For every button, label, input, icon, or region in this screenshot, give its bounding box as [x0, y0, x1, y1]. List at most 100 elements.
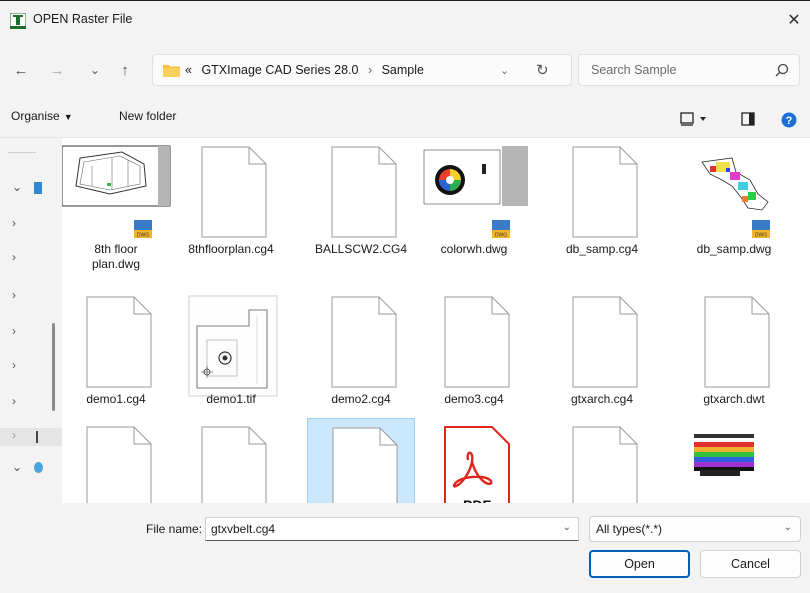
file-item[interactable]	[177, 418, 285, 503]
file-name-line: plan.dwg	[91, 257, 141, 271]
breadcrumb-separator[interactable]: ›	[368, 63, 372, 77]
preview-pane-icon[interactable]	[741, 112, 755, 126]
navigation-scrollbar[interactable]	[52, 323, 55, 411]
svg-text:DWG: DWG	[495, 233, 507, 239]
chevron-right-icon[interactable]: ›	[12, 358, 16, 372]
file-name-label: db_samp.dwg	[680, 242, 788, 257]
nav-item-hovered[interactable]: ›	[0, 428, 62, 446]
file-item[interactable]: DWG colorwh.dwg	[420, 138, 528, 278]
file-item[interactable]: 8thfloorplan.cg4	[177, 138, 285, 278]
file-item[interactable]: demo1.tif	[177, 288, 285, 428]
chevron-down-icon[interactable]: ⌄	[12, 180, 22, 194]
dwg-badge-icon: DWG	[134, 220, 152, 239]
refresh-icon[interactable]: ↻	[536, 61, 549, 79]
search-icon[interactable]	[775, 63, 789, 77]
file-item[interactable]: PDF	[420, 418, 528, 503]
document-icon	[572, 426, 638, 503]
file-item[interactable]: demo1.cg4	[62, 288, 170, 428]
new-folder-button[interactable]: New folder	[119, 109, 176, 123]
dwg-badge-icon: DWG	[492, 220, 510, 239]
recent-locations-chevron-icon[interactable]: ⌄	[84, 59, 106, 81]
window-title: OPEN Raster File	[33, 12, 133, 26]
nav-item[interactable]: ›	[0, 250, 62, 268]
nav-item[interactable]: ›	[0, 216, 62, 234]
dialog-footer: File name: gtxvbelt.cg4 ⌄ All types(*.*)…	[0, 503, 810, 593]
file-item[interactable]: db_samp.cg4	[548, 138, 656, 278]
file-name-label: colorwh.dwg	[420, 242, 528, 257]
file-thumbnail: DWG	[701, 157, 770, 239]
chevron-right-icon[interactable]: ›	[12, 250, 16, 264]
file-item[interactable]	[62, 418, 170, 503]
nav-item-network[interactable]: ⌄	[0, 460, 62, 478]
file-thumbnail	[680, 426, 788, 486]
breadcrumb-item-sample[interactable]: Sample	[382, 63, 424, 77]
search-placeholder: Search Sample	[591, 63, 677, 77]
address-bar[interactable]: « GTXImage CAD Series 28.0 › Sample ⌄ ↻	[152, 54, 572, 86]
close-icon[interactable]: ✕	[784, 10, 804, 30]
dwg-badge-icon: DWG	[752, 220, 770, 239]
document-icon	[201, 146, 267, 238]
file-item[interactable]: DWG 8th floor plan.dwg	[62, 138, 171, 278]
file-name-input[interactable]: gtxvbelt.cg4 ⌄	[205, 517, 579, 541]
chevron-down-icon[interactable]: ⌄	[12, 460, 22, 474]
file-item[interactable]: gtxarch.dwt	[680, 288, 788, 428]
document-icon	[572, 146, 638, 238]
file-thumbnail: DWG	[420, 146, 528, 239]
file-name-line: colorwh.dwg	[440, 242, 508, 256]
file-name-line: db_samp.dwg	[696, 242, 772, 256]
pdf-file-icon: PDF	[444, 426, 510, 503]
back-arrow-icon[interactable]: ←	[10, 59, 32, 81]
chevron-right-icon[interactable]: ›	[12, 288, 16, 302]
address-dropdown-icon[interactable]: ⌄	[500, 64, 509, 77]
chevron-right-icon[interactable]: ›	[12, 394, 16, 408]
breadcrumb-item-gtximage[interactable]: GTXImage CAD Series 28.0	[201, 63, 358, 77]
change-view-icon[interactable]	[680, 112, 710, 126]
file-item[interactable]: DWG db_samp.dwg	[680, 138, 788, 278]
file-item[interactable]	[680, 418, 788, 503]
file-name-value: gtxvbelt.cg4	[211, 522, 276, 536]
svg-text:?: ?	[786, 115, 793, 127]
chevron-right-icon[interactable]: ›	[12, 324, 16, 338]
nav-item-marker	[36, 431, 38, 443]
search-box[interactable]: Search Sample	[578, 54, 800, 86]
svg-text:DWG: DWG	[755, 233, 767, 239]
nav-item-quick-access[interactable]: ⌄	[0, 180, 62, 198]
file-name-label: demo1.tif	[177, 392, 285, 407]
open-button[interactable]: Open	[589, 550, 690, 578]
file-name-line: demo1.cg4	[86, 392, 146, 406]
file-thumbnail: DWG	[62, 145, 171, 239]
navigation-bar: ← → ⌄ ↑ « GTXImage CAD Series 28.0 › Sam…	[0, 38, 810, 94]
file-name-line: demo3.cg4	[444, 392, 504, 406]
file-type-select[interactable]: All types(*.*) ⌄	[589, 516, 801, 542]
chevron-right-icon[interactable]: ›	[12, 216, 16, 230]
file-item[interactable]	[307, 418, 415, 503]
file-name-line: 8th floor	[94, 242, 138, 256]
organise-menu[interactable]: Organise ▼	[11, 109, 73, 123]
nav-item[interactable]: ›	[0, 288, 62, 306]
organise-label: Organise	[11, 109, 60, 123]
document-icon	[201, 426, 267, 503]
cancel-button[interactable]: Cancel	[700, 550, 801, 578]
file-name-line: 8thfloorplan.cg4	[188, 242, 274, 256]
file-name-label: BALLSCW2.CG4	[307, 242, 415, 257]
file-name-label: 8thfloorplan.cg4	[177, 242, 285, 257]
file-name-line: gtxarch.dwt	[703, 392, 765, 406]
breadcrumb-overflow[interactable]: «	[185, 63, 192, 77]
file-item[interactable]: demo3.cg4	[420, 288, 528, 428]
forward-arrow-icon[interactable]: →	[46, 59, 68, 81]
file-item[interactable]	[548, 418, 656, 503]
file-item[interactable]: BALLSCW2.CG4	[307, 138, 415, 278]
up-arrow-icon[interactable]: ↑	[114, 59, 136, 81]
network-icon	[34, 462, 43, 473]
chevron-down-icon[interactable]: ⌄	[563, 522, 571, 533]
app-icon	[10, 13, 26, 29]
file-name-label: File name:	[146, 522, 203, 536]
help-icon[interactable]: ?	[781, 112, 797, 128]
svg-text:DWG: DWG	[137, 233, 149, 239]
document-icon	[331, 146, 397, 238]
chevron-right-icon[interactable]: ›	[12, 428, 16, 442]
file-item[interactable]: gtxarch.cg4	[548, 288, 656, 428]
file-item[interactable]: demo2.cg4	[307, 288, 415, 428]
nav-divider	[8, 152, 36, 153]
document-icon	[86, 296, 152, 388]
